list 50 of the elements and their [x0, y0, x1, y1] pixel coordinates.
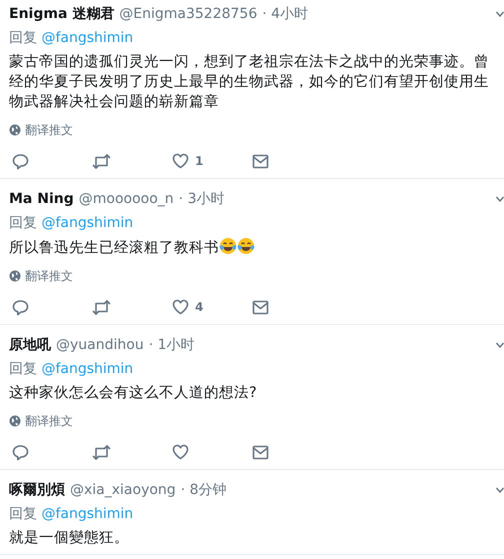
user-name[interactable]: 啄爾別煩: [9, 480, 65, 500]
user-handle[interactable]: @xia_xiaoyong: [70, 480, 176, 500]
user-handle[interactable]: @Enigma35228756: [119, 4, 258, 24]
user-name[interactable]: 原地吼: [9, 334, 51, 356]
laughing-emoji-icon: [219, 237, 237, 255]
laughing-emoji-icon: [237, 237, 255, 255]
user-name[interactable]: Enigma 迷糊君: [9, 4, 114, 24]
reply-icon[interactable]: [12, 152, 29, 170]
like-count: 1: [195, 153, 204, 170]
user-name[interactable]: Ma Ning: [9, 188, 74, 210]
heart-icon[interactable]: [172, 444, 189, 460]
reply-context: 回复 @fangshimin: [9, 29, 134, 48]
chevron-down-icon[interactable]: [496, 342, 504, 348]
tweet-text: 就是一個變態狂。: [9, 529, 130, 548]
retweet-icon[interactable]: [92, 444, 111, 460]
heart-icon[interactable]: [172, 153, 189, 169]
globe-icon[interactable]: [9, 415, 21, 427]
timestamp[interactable]: · 3小时: [178, 188, 224, 210]
reply-context: 回复 @fangshimin: [9, 360, 134, 379]
chevron-down-icon[interactable]: [496, 10, 504, 17]
reply-icon[interactable]: [12, 444, 29, 460]
user-handle[interactable]: @moooooo_n: [78, 188, 174, 210]
translate-link[interactable]: 翻译推文: [25, 120, 73, 140]
mail-icon[interactable]: [252, 154, 269, 168]
globe-icon[interactable]: [9, 124, 21, 136]
tweet-text: 这种家伙怎么会有这么不人道的想法?: [9, 384, 258, 403]
mention-link[interactable]: @fangshimin: [41, 30, 134, 46]
mention-link[interactable]: @fangshimin: [41, 361, 134, 377]
chevron-down-icon[interactable]: [496, 486, 504, 493]
reply-context: 回复 @fangshimin: [9, 214, 134, 233]
globe-icon[interactable]: [9, 270, 21, 282]
translate-link[interactable]: 翻译推文: [25, 411, 73, 431]
reply-context: 回复 @fangshimin: [9, 505, 134, 524]
mention-link[interactable]: @fangshimin: [41, 215, 134, 231]
timestamp[interactable]: · 1小时: [148, 334, 195, 356]
mail-icon[interactable]: [252, 300, 269, 314]
reply-icon[interactable]: [12, 298, 29, 316]
heart-icon[interactable]: [172, 299, 189, 315]
timestamp[interactable]: · 8分钟: [180, 480, 226, 500]
chevron-down-icon[interactable]: [496, 196, 504, 202]
timestamp[interactable]: · 4小时: [262, 4, 308, 24]
like-count: 4: [195, 299, 204, 316]
mail-icon[interactable]: [252, 444, 269, 460]
translate-link[interactable]: 翻译推文: [25, 266, 73, 286]
mention-link[interactable]: @fangshimin: [41, 506, 134, 522]
tweet-text: 所以鲁迅先生已经滚粗了教科书: [9, 240, 219, 256]
retweet-icon[interactable]: [92, 152, 111, 170]
user-handle[interactable]: @yuandihou: [56, 334, 144, 356]
tweet-text: 蒙古帝国的遗孤们灵光一闪，想到了老祖宗在法卡之战中的光荣事迹。曾经的华夏子民发明了历史上最早的生物武器，如今的它们有望开创使用生物武器解决社会问题的崭新篇章: [9, 52, 490, 112]
retweet-icon[interactable]: [92, 298, 111, 316]
